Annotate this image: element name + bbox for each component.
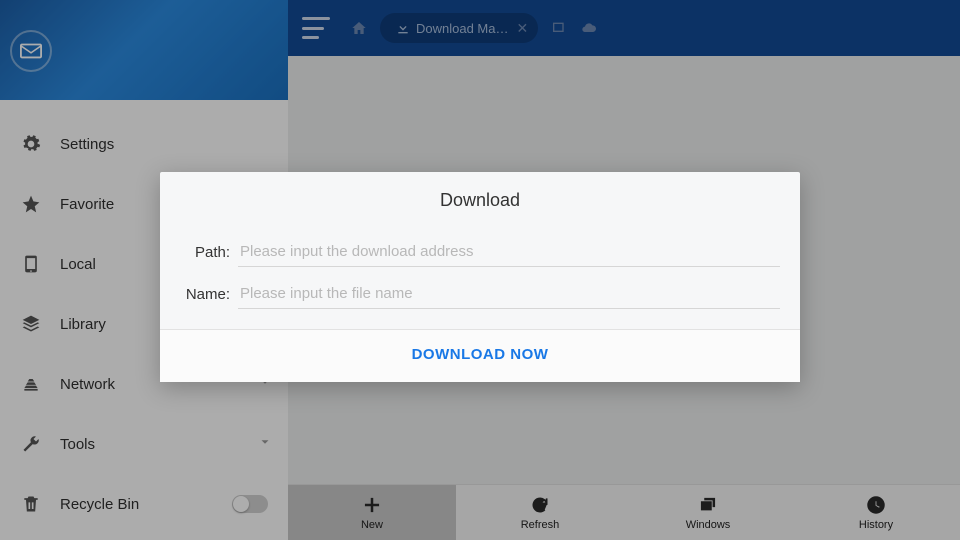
field-row-path: Path: <box>160 231 800 273</box>
name-input[interactable] <box>238 279 780 309</box>
name-label: Name: <box>180 286 238 303</box>
dialog-footer: DOWNLOAD NOW <box>160 329 800 382</box>
app-root: Settings Favorite Local Library Network <box>0 0 960 540</box>
path-input[interactable] <box>238 237 780 267</box>
download-dialog: Download Path: Name: DOWNLOAD NOW <box>160 172 800 382</box>
field-row-name: Name: <box>160 273 800 315</box>
dialog-title: Download <box>160 172 800 231</box>
path-label: Path: <box>180 244 238 261</box>
download-now-button[interactable]: DOWNLOAD NOW <box>412 346 549 363</box>
